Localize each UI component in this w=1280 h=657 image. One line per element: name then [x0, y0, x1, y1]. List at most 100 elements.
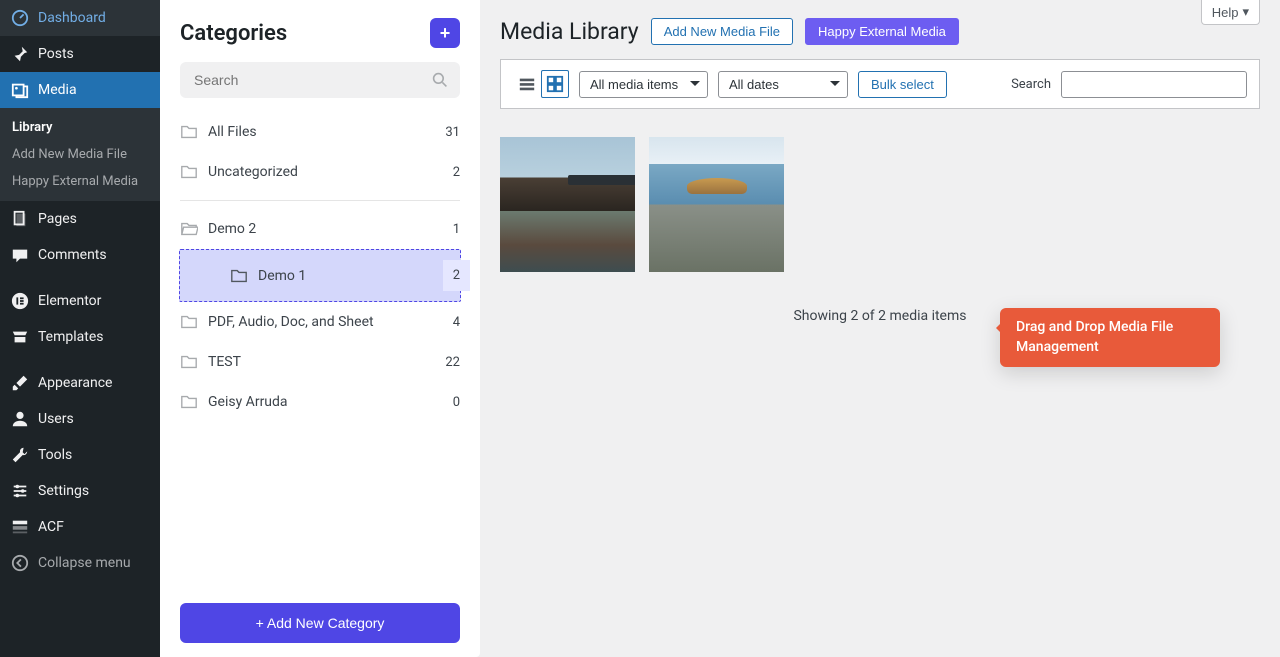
dashboard-icon: [10, 8, 30, 28]
grid-view-button[interactable]: [541, 70, 569, 98]
categories-title: Categories: [180, 21, 287, 46]
category-label: Demo 2: [208, 221, 443, 237]
nav-label: Elementor: [38, 293, 101, 309]
nav-label: Tools: [38, 447, 72, 463]
elementor-icon: [10, 291, 30, 311]
media-grid: [500, 123, 1260, 286]
nav-appearance[interactable]: Appearance: [0, 365, 160, 401]
category-count: 2: [453, 165, 460, 180]
category-label: Geisy Arruda: [208, 394, 443, 410]
category-label: PDF, Audio, Doc, and Sheet: [208, 314, 443, 330]
folder-icon: [180, 163, 198, 181]
nav-label: Media: [38, 82, 77, 98]
subnav-add-new[interactable]: Add New Media File: [0, 141, 160, 168]
category-uncategorized[interactable]: Uncategorized 2: [180, 152, 460, 192]
category-label: Demo 1: [258, 268, 433, 284]
help-label: Help: [1212, 5, 1239, 20]
nav-label: Settings: [38, 483, 89, 499]
folder-icon: [180, 393, 198, 411]
category-count: 31: [445, 125, 460, 140]
category-folder[interactable]: PDF, Audio, Doc, and Sheet 4: [180, 302, 460, 342]
media-thumbnail[interactable]: [649, 137, 784, 272]
nav-label: Dashboard: [38, 10, 106, 26]
subnav-happy-external[interactable]: Happy External Media: [0, 168, 160, 195]
nav-media[interactable]: Media: [0, 72, 160, 108]
nav-label: Comments: [38, 247, 107, 263]
grid-icon: [546, 75, 564, 93]
callout-tooltip: Drag and Drop Media File Management: [1000, 308, 1220, 367]
folder-icon: [180, 123, 198, 141]
nav-label: ACF: [38, 519, 64, 535]
media-icon: [10, 80, 30, 100]
wrench-icon: [10, 445, 30, 465]
subnav-library[interactable]: Library: [0, 114, 160, 141]
pin-icon: [10, 44, 30, 64]
acf-icon: [10, 517, 30, 537]
media-search-input[interactable]: [1061, 71, 1247, 98]
divider: [180, 200, 460, 201]
category-label: Uncategorized: [208, 164, 443, 180]
category-label: TEST: [208, 354, 435, 370]
media-thumbnail[interactable]: [500, 137, 635, 272]
user-icon: [10, 409, 30, 429]
search-label: Search: [1011, 77, 1051, 92]
nav-acf[interactable]: ACF: [0, 509, 160, 545]
nav-settings[interactable]: Settings: [0, 473, 160, 509]
folder-icon: [230, 267, 248, 285]
nav-label: Templates: [38, 329, 104, 345]
comments-icon: [10, 245, 30, 265]
list-view-button[interactable]: [513, 70, 541, 98]
category-search-input[interactable]: [180, 62, 460, 98]
category-count: 1: [453, 222, 460, 237]
collapse-icon: [10, 553, 30, 573]
media-type-filter[interactable]: All media items: [579, 71, 708, 98]
nav-label: Appearance: [38, 375, 112, 391]
list-icon: [518, 75, 536, 93]
folder-icon: [180, 353, 198, 371]
add-category-icon-button[interactable]: +: [430, 18, 460, 48]
nav-media-submenu: Library Add New Media File Happy Externa…: [0, 108, 160, 201]
chevron-down-icon: ▾: [1242, 4, 1249, 20]
admin-sidebar: Dashboard Posts Media Library Add New Me…: [0, 0, 160, 657]
add-new-category-button[interactable]: + Add New Category: [180, 603, 460, 643]
nav-dashboard[interactable]: Dashboard: [0, 0, 160, 36]
category-folder[interactable]: Demo 2 1: [180, 209, 460, 249]
category-folder-drop-target[interactable]: Demo 1 2: [179, 249, 461, 302]
category-count: 22: [445, 355, 460, 370]
media-toolbar: All media items All dates Bulk select Se…: [500, 59, 1260, 109]
nav-label: Users: [38, 411, 74, 427]
nav-elementor[interactable]: Elementor: [0, 283, 160, 319]
category-all-files[interactable]: All Files 31: [180, 112, 460, 152]
brush-icon: [10, 373, 30, 393]
category-folder[interactable]: Geisy Arruda 0: [180, 382, 460, 422]
nav-label: Collapse menu: [38, 555, 131, 571]
happy-external-media-button[interactable]: Happy External Media: [805, 18, 959, 45]
page-title: Media Library: [500, 18, 639, 45]
category-count: 2: [443, 260, 470, 291]
category-count: 0: [453, 395, 460, 410]
nav-label: Pages: [38, 211, 77, 227]
folder-icon: [180, 313, 198, 331]
bulk-select-button[interactable]: Bulk select: [858, 71, 947, 98]
categories-panel: Categories + All Files 31 Uncategorized …: [160, 0, 480, 657]
nav-label: Posts: [38, 46, 74, 62]
templates-icon: [10, 327, 30, 347]
nav-posts[interactable]: Posts: [0, 36, 160, 72]
nav-templates[interactable]: Templates: [0, 319, 160, 355]
main-content: Help ▾ Media Library Add New Media File …: [480, 0, 1280, 657]
sliders-icon: [10, 481, 30, 501]
nav-collapse[interactable]: Collapse menu: [0, 545, 160, 581]
nav-pages[interactable]: Pages: [0, 201, 160, 237]
nav-tools[interactable]: Tools: [0, 437, 160, 473]
date-filter[interactable]: All dates: [718, 71, 848, 98]
nav-comments[interactable]: Comments: [0, 237, 160, 273]
folder-open-icon: [180, 220, 198, 238]
search-icon: [432, 72, 448, 88]
help-button[interactable]: Help ▾: [1201, 0, 1260, 25]
add-new-media-button[interactable]: Add New Media File: [651, 18, 793, 45]
category-label: All Files: [208, 124, 435, 140]
category-folder[interactable]: TEST 22: [180, 342, 460, 382]
nav-users[interactable]: Users: [0, 401, 160, 437]
category-count: 4: [453, 315, 460, 330]
pages-icon: [10, 209, 30, 229]
